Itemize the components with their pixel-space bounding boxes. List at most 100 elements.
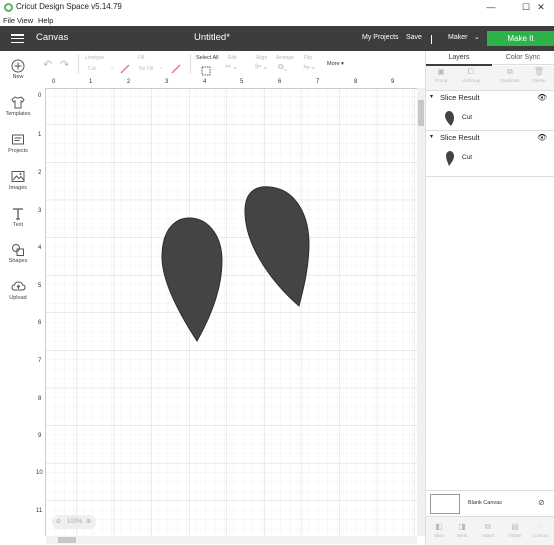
- minimize-button[interactable]: —: [478, 0, 504, 15]
- caret-down-icon[interactable]: ▾: [430, 133, 433, 140]
- vertical-scrollbar[interactable]: [417, 88, 425, 536]
- sidebar-item-text[interactable]: Text: [0, 207, 36, 228]
- machine-select[interactable]: Maker: [448, 34, 467, 41]
- layer-label: Cut: [462, 114, 473, 121]
- teardrop-thumbnail-icon: [445, 111, 454, 126]
- bottom-actions-bar: ◧ Slice ◨ Weld ⧉ Attach ▤ Flatten ◌ Cont…: [426, 516, 554, 545]
- chevron-down-icon[interactable]: ⌄: [110, 65, 114, 71]
- ruler-mark: 5: [240, 79, 244, 85]
- layer-group-2[interactable]: ▾ Slice Result 👁: [426, 133, 554, 145]
- app-header: Canvas Untitled* My Projects Save Maker …: [0, 26, 554, 51]
- sidebar-item-new[interactable]: New: [0, 59, 36, 80]
- caret-down-icon[interactable]: ▾: [430, 93, 433, 100]
- close-button[interactable]: ✕: [528, 0, 554, 15]
- sidebar-item-label: Templates: [5, 111, 31, 117]
- zoom-level: 100%: [67, 519, 83, 525]
- plus-icon: [10, 59, 26, 73]
- image-icon: [10, 170, 26, 184]
- layer-row[interactable]: Cut: [438, 146, 554, 176]
- horizontal-scrollbar[interactable]: [46, 536, 417, 544]
- sidebar-item-upload[interactable]: Upload: [0, 280, 36, 301]
- arrange-icon[interactable]: ⧉⌄: [278, 62, 288, 72]
- sidebar-item-label: New: [12, 74, 24, 80]
- sidebar-item-projects[interactable]: Projects: [0, 133, 36, 154]
- tab-color-sync[interactable]: Color Sync: [492, 51, 554, 65]
- ungroup-button[interactable]: ⧠ UnGroup: [458, 66, 484, 83]
- menu-file[interactable]: File: [3, 16, 15, 25]
- align-label: Align: [256, 55, 268, 61]
- my-projects-link[interactable]: My Projects: [362, 34, 399, 41]
- tab-layers[interactable]: Layers: [426, 51, 492, 66]
- horizontal-scroll-thumb[interactable]: [58, 537, 76, 543]
- sidebar-item-label: Shapes: [8, 258, 28, 264]
- undo-icon[interactable]: ↶: [43, 58, 52, 71]
- menu-view[interactable]: View: [17, 16, 33, 25]
- weld-button[interactable]: ◨ Weld: [449, 521, 475, 538]
- flatten-button[interactable]: ▤ Flatten: [502, 521, 528, 538]
- ruler-mark: 1: [38, 132, 42, 138]
- linetype-color-swatch[interactable]: [120, 61, 130, 79]
- shirt-icon: [10, 96, 26, 110]
- ruler-mark: 7: [38, 358, 42, 364]
- delete-button[interactable]: 🗑 Delete: [526, 66, 552, 83]
- header-divider: [431, 35, 432, 44]
- flip-icon[interactable]: ⇋⌄: [303, 62, 316, 71]
- sidebar-item-label: Text: [12, 222, 24, 228]
- canvas-grid[interactable]: [46, 89, 417, 536]
- cricut-logo-icon: [4, 3, 13, 12]
- toolbar-divider: [190, 54, 191, 74]
- fill-color-swatch[interactable]: [171, 61, 181, 79]
- linetype-select[interactable]: Cut: [88, 66, 96, 72]
- eye-hidden-icon[interactable]: ⊘: [538, 498, 545, 507]
- group-button[interactable]: ▣ Group: [428, 66, 454, 83]
- fill-label: Fill: [138, 55, 145, 61]
- arrange-label: Arrange: [276, 55, 294, 61]
- folder-icon: [10, 133, 26, 147]
- edit-icon[interactable]: ✂⌄: [225, 62, 238, 71]
- select-all-label[interactable]: Select All: [196, 55, 219, 61]
- ruler-mark: 3: [38, 208, 42, 214]
- ruler-mark: 6: [278, 79, 282, 85]
- zoom-out-button[interactable]: ⊖: [56, 515, 61, 529]
- attach-button[interactable]: ⧉ Attach: [475, 521, 501, 538]
- window-title: Cricut Design Space v5.14.79: [16, 2, 122, 11]
- blank-canvas-swatch[interactable]: [430, 494, 460, 514]
- fill-select[interactable]: No Fill: [139, 66, 153, 72]
- group-divider: [426, 176, 554, 177]
- ruler-mark: 5: [38, 283, 42, 289]
- hamburger-menu-icon[interactable]: [11, 34, 24, 44]
- save-link[interactable]: Save: [406, 34, 422, 41]
- zoom-control: ⊖ 100% ⊕: [52, 515, 96, 529]
- caret-down-icon: ▾: [341, 61, 344, 67]
- menu-help[interactable]: Help: [38, 16, 53, 25]
- more-button[interactable]: More ▾: [327, 61, 344, 67]
- layer-row[interactable]: Cut: [438, 106, 554, 136]
- ungroup-icon: ⧠: [467, 67, 475, 76]
- sidebar-item-templates[interactable]: Templates: [0, 96, 36, 117]
- layer-actions-bar: ▣ Group ⧠ UnGroup ⧉ Duplicate 🗑 Delete: [426, 66, 554, 91]
- ruler-mark: 2: [127, 79, 131, 85]
- layer-group-1[interactable]: ▾ Slice Result 👁: [426, 93, 554, 105]
- weld-icon: ◨: [458, 522, 466, 531]
- ruler-mark: 4: [38, 245, 42, 251]
- redo-icon[interactable]: ↷: [60, 58, 69, 71]
- cloud-upload-icon: [10, 280, 26, 294]
- sidebar-item-images[interactable]: Images: [0, 170, 36, 191]
- zoom-in-button[interactable]: ⊕: [86, 515, 91, 529]
- eye-icon[interactable]: 👁: [537, 133, 547, 142]
- sidebar-item-shapes[interactable]: Shapes: [0, 243, 36, 264]
- make-it-button[interactable]: Make It: [487, 31, 554, 46]
- ruler-mark: 0: [38, 93, 42, 99]
- ruler-mark: 10: [36, 470, 43, 476]
- chevron-down-icon[interactable]: ⌄: [159, 65, 163, 71]
- duplicate-button[interactable]: ⧉ Duplicate: [497, 66, 523, 83]
- eye-icon[interactable]: 👁: [537, 93, 547, 102]
- ruler-mark: 8: [38, 396, 42, 402]
- ruler-mark: 4: [203, 79, 207, 85]
- vertical-scroll-thumb[interactable]: [418, 100, 424, 126]
- contour-button[interactable]: ◌ Contour: [528, 521, 554, 538]
- menu-bar: File View Help: [0, 15, 554, 26]
- align-icon[interactable]: ⊫⌄: [255, 62, 269, 71]
- flatten-icon: ▤: [511, 522, 519, 531]
- chevron-down-icon[interactable]: ⌄: [474, 33, 480, 41]
